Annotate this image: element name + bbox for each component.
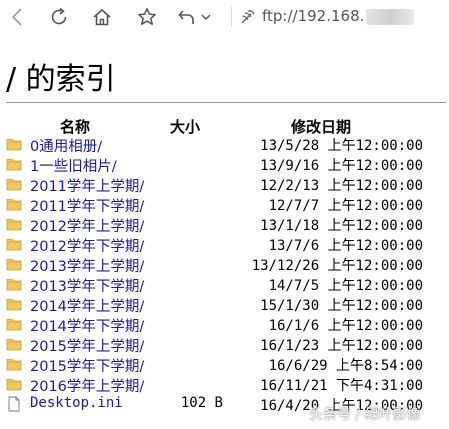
table-row: 2015学年上学期/16/1/23 上午12:00:00: [0, 334, 449, 356]
modified-date: 13/9/16 上午12:00:00: [260, 158, 423, 174]
modified-date: 15/1/30 上午12:00:00: [260, 298, 423, 314]
back-icon[interactable]: [6, 6, 28, 28]
modified-date: 16/11/21 下午4:31:00: [260, 378, 423, 394]
file-icon: [6, 396, 22, 412]
folder-icon: [6, 316, 22, 332]
folder-link[interactable]: 2015学年上学期/: [30, 335, 144, 356]
folder-link[interactable]: 2011学年上学期/: [30, 175, 144, 196]
home-icon[interactable]: [91, 6, 113, 28]
folder-icon: [6, 256, 22, 272]
chevron-down-icon[interactable]: [199, 6, 213, 28]
folder-link[interactable]: 1一些旧相片/: [30, 155, 117, 176]
modified-date: 12/7/7 上午12:00:00: [268, 198, 423, 214]
folder-icon: [6, 276, 22, 292]
file-size: 102 B: [180, 395, 223, 411]
table-row: 2012学年下学期/13/7/6 上午12:00:00: [0, 234, 449, 256]
table-row: 1一些旧相片/13/9/16 上午12:00:00: [0, 154, 449, 176]
folder-icon: [6, 176, 22, 192]
folder-icon: [6, 156, 22, 172]
undo-icon[interactable]: [176, 6, 198, 28]
folder-link[interactable]: 2015学年下学期/: [30, 355, 144, 376]
folder-link[interactable]: 2012学年下学期/: [30, 235, 144, 256]
folder-icon: [6, 196, 22, 212]
table-row: 2014学年上学期/15/1/30 上午12:00:00: [0, 294, 449, 316]
folder-link[interactable]: 0通用相册/: [30, 135, 102, 156]
address-bar[interactable]: ftp://192.168.1: [262, 7, 374, 25]
table-row: 0通用相册/13/5/28 上午12:00:00: [0, 134, 449, 156]
folder-link[interactable]: 2014学年下学期/: [30, 315, 144, 336]
folder-icon: [6, 236, 22, 252]
table-row: 2015学年下学期/16/6/29 上午8:54:00: [0, 354, 449, 376]
modified-date: 16/6/29 上午8:54:00: [268, 358, 423, 374]
folder-link[interactable]: 2013学年下学期/: [30, 275, 144, 296]
folder-link[interactable]: 2011学年下学期/: [30, 195, 144, 216]
folder-icon: [6, 136, 22, 152]
modified-date: 12/2/13 上午12:00:00: [260, 178, 423, 194]
file-link[interactable]: Desktop.ini: [30, 395, 123, 411]
folder-icon: [6, 356, 22, 372]
modified-date: 13/1/18 上午12:00:00: [260, 218, 423, 234]
title-divider: [6, 102, 446, 103]
page-title: / 的索引: [6, 62, 116, 97]
table-row: 2014学年下学期/16/1/6 上午12:00:00: [0, 314, 449, 336]
watermark: 头条号 / 绿叶影像: [309, 407, 421, 423]
modified-date: 13/12/26 上午12:00:00: [251, 258, 423, 274]
browser-toolbar: ftp://192.168.1: [0, 0, 449, 34]
ftp-icon: [239, 8, 257, 26]
folder-link[interactable]: 2013学年上学期/: [30, 255, 144, 276]
folder-icon: [6, 216, 22, 232]
table-row: 2012学年上学期/13/1/18 上午12:00:00: [0, 214, 449, 236]
folder-icon: [6, 336, 22, 352]
modified-date: 14/7/5 上午12:00:00: [268, 278, 423, 294]
table-row: 2011学年下学期/12/7/7 上午12:00:00: [0, 194, 449, 216]
modified-date: 16/1/23 上午12:00:00: [260, 338, 423, 354]
table-row: 2013学年上学期/13/12/26 上午12:00:00: [0, 254, 449, 276]
folder-icon: [6, 376, 22, 392]
table-row: 2013学年下学期/14/7/5 上午12:00:00: [0, 274, 449, 296]
address-redacted: [366, 9, 414, 25]
modified-date: 13/5/28 上午12:00:00: [260, 138, 423, 154]
modified-date: 13/7/6 上午12:00:00: [268, 238, 423, 254]
folder-link[interactable]: 2016学年上学期/: [30, 375, 144, 396]
star-icon[interactable]: [136, 6, 158, 28]
folder-link[interactable]: 2014学年上学期/: [30, 295, 144, 316]
folder-icon: [6, 296, 22, 312]
table-row: 2011学年上学期/12/2/13 上午12:00:00: [0, 174, 449, 196]
table-row: 2016学年上学期/16/11/21 下午4:31:00: [0, 374, 449, 396]
modified-date: 16/1/6 上午12:00:00: [268, 318, 423, 334]
refresh-icon[interactable]: [48, 6, 70, 28]
file-list: 0通用相册/13/5/28 上午12:00:00 1一些旧相片/13/9/16 上…: [0, 134, 449, 414]
folder-link[interactable]: 2012学年上学期/: [30, 215, 144, 236]
address-separator: [231, 7, 232, 27]
